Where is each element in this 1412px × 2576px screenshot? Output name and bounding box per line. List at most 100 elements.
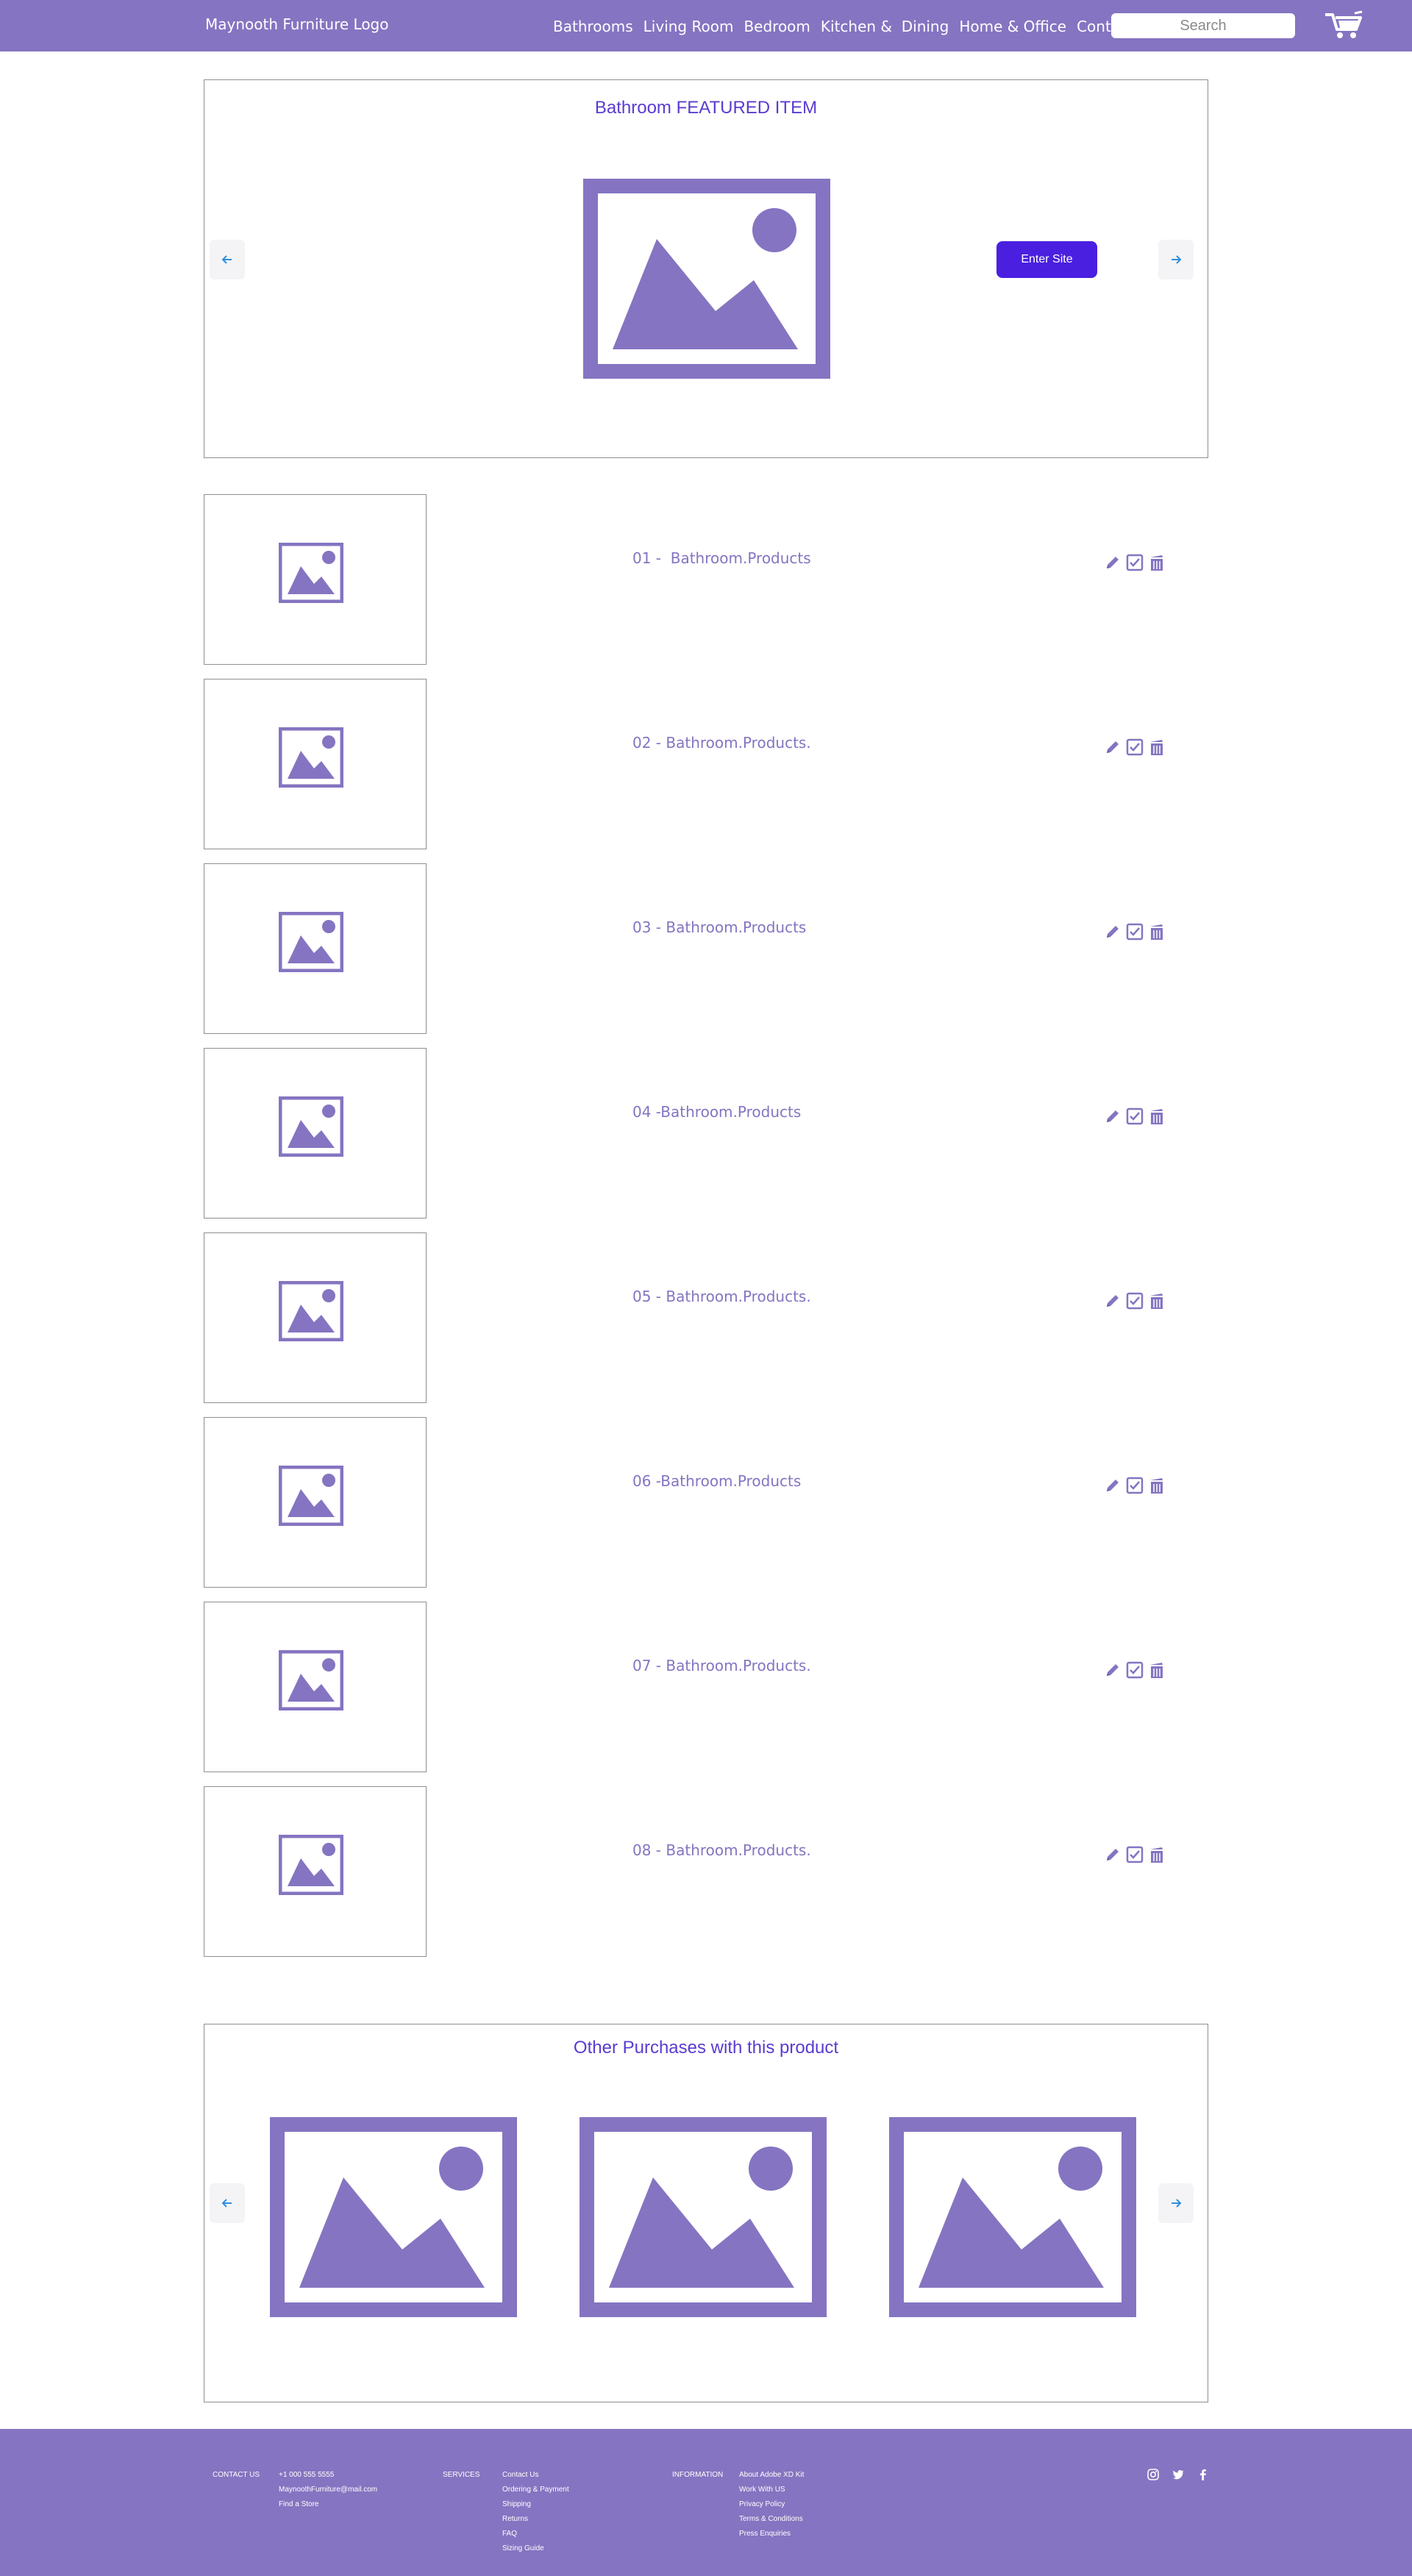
facebook-icon[interactable] (1196, 2467, 1210, 2482)
product-thumbnail[interactable] (204, 1048, 427, 1219)
delete-icon[interactable] (1147, 1291, 1166, 1310)
footer-contact-list: +1 000 555 5555 MaynoothFurniture@mail.c… (279, 2468, 377, 2512)
product-thumbnail[interactable] (204, 1417, 427, 1588)
arrow-right-icon (1172, 2199, 1182, 2208)
delete-icon[interactable] (1147, 1660, 1166, 1680)
checkbox-icon[interactable] (1125, 738, 1144, 757)
nav-kitchen-dining[interactable]: Kitchen & Dining (821, 18, 949, 35)
arrow-left-icon (221, 2199, 232, 2208)
product-name[interactable]: 05 - Bathroom.Products. (632, 1288, 811, 1305)
product-thumbnail[interactable] (204, 863, 427, 1034)
product-actions (1103, 1291, 1169, 1310)
top-header: Maynooth Furniture Logo Bathrooms Living… (0, 0, 1412, 51)
related-product-image[interactable] (580, 2117, 827, 2317)
delete-icon[interactable] (1147, 738, 1166, 757)
featured-image[interactable] (583, 179, 830, 379)
product-name[interactable]: 01 - Bathroom.Products (632, 549, 811, 567)
product-thumbnail[interactable] (204, 679, 427, 849)
delete-icon[interactable] (1147, 1107, 1166, 1126)
carousel-next-button[interactable] (1158, 240, 1194, 279)
twitter-icon[interactable] (1171, 2467, 1185, 2482)
site-logo[interactable]: Maynooth Furniture Logo (205, 15, 388, 33)
product-thumbnail[interactable] (204, 1602, 427, 1772)
edit-icon[interactable] (1103, 1107, 1122, 1126)
footer-link[interactable]: Sizing Guide (502, 2541, 569, 2556)
nav-home-office[interactable]: Home & Office (959, 18, 1066, 35)
edit-icon[interactable] (1103, 1476, 1122, 1495)
checkbox-icon[interactable] (1125, 1476, 1144, 1495)
featured-carousel: Bathroom FEATURED ITEM Enter Site (204, 79, 1208, 458)
product-row: 05 - Bathroom.Products. (204, 1232, 1208, 1403)
checkbox-icon[interactable] (1125, 1660, 1144, 1680)
other-purchases-carousel: Other Purchases with this product (204, 2024, 1208, 2402)
image-placeholder-icon (279, 727, 343, 788)
delete-icon[interactable] (1147, 1845, 1166, 1864)
footer-link[interactable]: Returns (502, 2512, 569, 2527)
carousel-prev-button[interactable] (210, 240, 245, 279)
product-row: 07 - Bathroom.Products. (204, 1602, 1208, 1772)
product-actions (1103, 1845, 1169, 1864)
product-row: 04 -Bathroom.Products (204, 1048, 1208, 1219)
edit-icon[interactable] (1103, 738, 1122, 757)
product-thumbnail[interactable] (204, 494, 427, 665)
footer-link[interactable]: Shipping (502, 2497, 569, 2512)
footer-link[interactable]: Work With US (739, 2483, 804, 2497)
nav-bathrooms[interactable]: Bathrooms (553, 18, 633, 35)
other-next-button[interactable] (1158, 2183, 1194, 2223)
footer-link[interactable]: Terms & Conditions (739, 2512, 804, 2527)
footer-heading: CONTACT US (213, 2471, 260, 2479)
checkbox-icon[interactable] (1125, 922, 1144, 941)
product-name[interactable]: 04 -Bathroom.Products (632, 1103, 801, 1121)
edit-icon[interactable] (1103, 1845, 1122, 1864)
edit-icon[interactable] (1103, 1291, 1122, 1310)
image-placeholder-icon (279, 1466, 343, 1526)
product-actions (1103, 1660, 1169, 1680)
footer-phone[interactable]: +1 000 555 5555 (279, 2468, 377, 2483)
related-product-image[interactable] (889, 2117, 1136, 2317)
edit-icon[interactable] (1103, 553, 1122, 572)
checkbox-icon[interactable] (1125, 553, 1144, 572)
edit-icon[interactable] (1103, 922, 1122, 941)
product-row: 02 - Bathroom.Products. (204, 679, 1208, 849)
footer-find-store[interactable]: Find a Store (279, 2497, 377, 2512)
footer-link[interactable]: Privacy Policy (739, 2497, 804, 2512)
arrow-left-icon (221, 255, 232, 264)
image-placeholder-icon (279, 1835, 343, 1895)
other-prev-button[interactable] (210, 2183, 245, 2223)
product-row: 06 -Bathroom.Products (204, 1417, 1208, 1588)
product-thumbnail[interactable] (204, 1232, 427, 1403)
cart-icon[interactable] (1324, 10, 1365, 40)
product-thumbnail[interactable] (204, 1786, 427, 1957)
nav-bedroom[interactable]: Bedroom (744, 18, 810, 35)
footer-link[interactable]: Contact Us (502, 2468, 569, 2483)
footer-link[interactable]: FAQ (502, 2527, 569, 2541)
enter-site-button[interactable]: Enter Site (996, 241, 1097, 278)
product-name[interactable]: 03 - Bathroom.Products (632, 918, 806, 936)
nav-living-room[interactable]: Living Room (643, 18, 734, 35)
delete-icon[interactable] (1147, 1476, 1166, 1495)
footer-link[interactable]: Ordering & Payment (502, 2483, 569, 2497)
product-name[interactable]: 08 - Bathroom.Products. (632, 1841, 811, 1859)
edit-icon[interactable] (1103, 1660, 1122, 1680)
product-name[interactable]: 02 - Bathroom.Products. (632, 734, 811, 752)
page: Maynooth Furniture Logo Bathrooms Living… (0, 0, 1412, 2576)
checkbox-icon[interactable] (1125, 1291, 1144, 1310)
related-product-image[interactable] (270, 2117, 517, 2317)
footer-email[interactable]: MaynoothFurniture@mail.com (279, 2483, 377, 2497)
checkbox-icon[interactable] (1125, 1845, 1144, 1864)
product-actions (1103, 1107, 1169, 1126)
product-actions (1103, 553, 1169, 572)
instagram-icon[interactable] (1146, 2467, 1160, 2482)
image-placeholder-icon (279, 912, 343, 972)
image-placeholder-icon (279, 543, 343, 603)
delete-icon[interactable] (1147, 553, 1166, 572)
checkbox-icon[interactable] (1125, 1107, 1144, 1126)
product-name[interactable]: 07 - Bathroom.Products. (632, 1657, 811, 1674)
delete-icon[interactable] (1147, 922, 1166, 941)
footer-link[interactable]: Press Enquiries (739, 2527, 804, 2541)
footer-link[interactable]: About Adobe XD Kit (739, 2468, 804, 2483)
search-input[interactable] (1111, 13, 1295, 38)
image-placeholder-icon (279, 1096, 343, 1157)
footer-heading: INFORMATION (672, 2471, 724, 2479)
product-name[interactable]: 06 -Bathroom.Products (632, 1472, 801, 1490)
